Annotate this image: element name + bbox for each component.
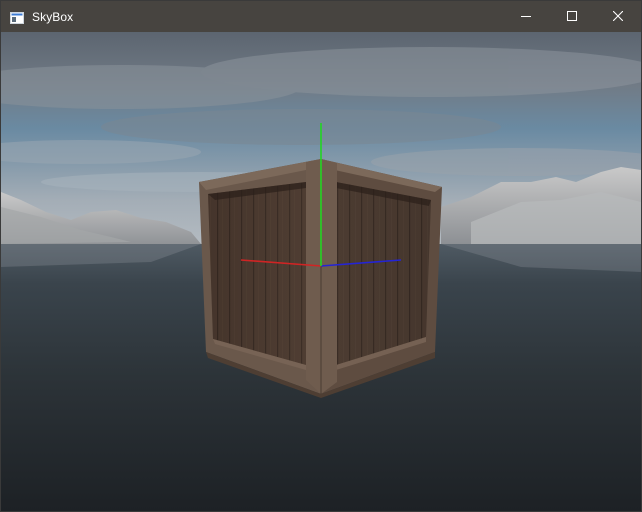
close-icon: [612, 8, 624, 26]
app-window-icon: [10, 11, 24, 24]
title-bar[interactable]: SkyBox: [1, 1, 641, 32]
maximize-button[interactable]: [549, 1, 595, 32]
minimize-icon: [521, 8, 531, 26]
skybox-window: SkyBox: [0, 0, 642, 512]
close-button[interactable]: [595, 1, 641, 32]
maximize-icon: [567, 8, 577, 26]
window-title: SkyBox: [32, 9, 74, 24]
minimize-button[interactable]: [503, 1, 549, 32]
skybox-scene: [1, 32, 641, 511]
render-viewport[interactable]: [1, 32, 641, 511]
window-controls: [503, 1, 641, 32]
